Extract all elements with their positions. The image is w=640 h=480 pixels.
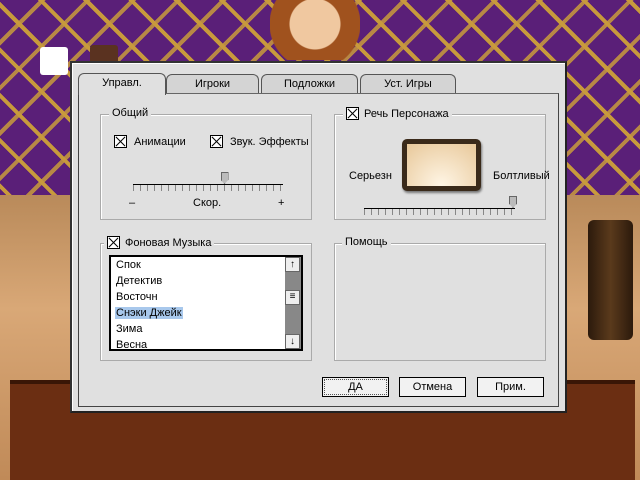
music-item-label: Спок [116,259,141,271]
tab-skins[interactable]: Подложки [261,74,358,94]
music-list-item[interactable]: Детектив [111,273,301,289]
animations-label: Анимации [134,135,186,148]
scroll-up-button[interactable]: ↑ [285,257,300,272]
checkbox-icon [114,135,127,148]
help-group: Помощь [334,236,546,361]
dice-cup[interactable] [588,220,633,340]
speech-label: Речь Персонажа [364,107,449,120]
ok-button[interactable]: ДА [322,377,389,397]
music-item-label: Снэки Джейк [115,307,183,319]
speech-slider-ticks [364,209,515,215]
checkbox-icon [210,135,223,148]
talkative-label: Болтливый [493,170,550,182]
music-item-label: Восточн [116,291,158,303]
cancel-button[interactable]: Отмена [399,377,466,397]
tab-panel: Общий Анимации Звук. Эффекты – Скор. + Р… [78,93,559,407]
speech-slider-thumb[interactable] [509,196,517,208]
music-item-label: Зима [116,323,143,335]
options-dialog: Управл. Игроки Подложки Уст. Игры Общий … [70,61,567,413]
talkativeness-meter-icon [402,139,481,191]
speed-max-label: + [278,197,285,209]
tab-players[interactable]: Игроки [166,74,259,94]
speed-slider-ticks [133,185,284,191]
general-group: Общий Анимации Звук. Эффекты – Скор. + [100,107,312,220]
music-list-item[interactable]: Зима [111,321,301,337]
speech-group: Речь Персонажа Серьезн Болтливый [334,107,550,220]
die-white [40,47,68,75]
checkbox-icon [107,236,120,249]
character-portrait [270,0,360,60]
music-list-item[interactable]: Снэки Джейк [111,305,301,321]
music-list-item[interactable]: Весна [111,337,301,353]
checkbox-icon [346,107,359,120]
sound-effects-label: Звук. Эффекты [230,135,309,148]
music-checkbox[interactable]: Фоновая Музыка [104,236,215,249]
help-title: Помощь [342,236,391,248]
scrollbar[interactable]: ↑ ≡ ↓ [285,257,301,349]
speed-label: Скор. [193,197,222,209]
sound-effects-checkbox[interactable]: Звук. Эффекты [210,135,309,148]
animations-checkbox[interactable]: Анимации [114,135,186,148]
music-list[interactable]: Спок Детектив Восточн Снэки Джейк Зима Весна … [109,255,303,351]
speed-slider-thumb[interactable] [220,172,229,184]
music-item-label: Детектив [116,275,163,287]
music-item-label: Весна [116,339,148,351]
serious-label: Серьезн [349,170,392,182]
music-label: Фоновая Музыка [125,236,212,249]
scroll-down-button[interactable]: ↓ [285,334,300,349]
tab-controls[interactable]: Управл. [78,73,166,95]
speed-min-label: – [129,197,136,209]
tab-game-settings[interactable]: Уст. Игры [360,74,456,94]
general-title: Общий [109,107,152,119]
speech-checkbox[interactable]: Речь Персонажа [343,107,452,120]
music-list-item[interactable]: Спок [111,257,301,273]
scrollbar-thumb[interactable]: ≡ [285,290,300,305]
music-list-item[interactable]: Восточн [111,289,301,305]
apply-button[interactable]: Прим. [477,377,544,397]
